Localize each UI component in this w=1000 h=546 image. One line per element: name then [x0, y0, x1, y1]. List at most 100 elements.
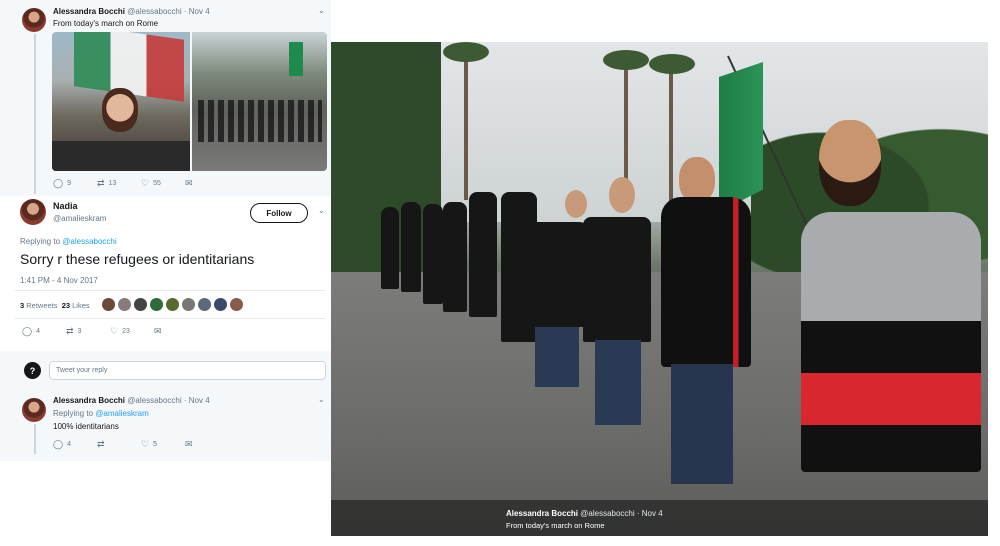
likes-count[interactable]: 23	[62, 301, 70, 310]
person-graphic	[583, 217, 651, 342]
person-graphic	[671, 364, 733, 484]
tweet-reply[interactable]: Alessandra Bocchi @alessabocchi · Nov 4 …	[0, 391, 331, 461]
reply-input[interactable]: Tweet your reply	[49, 361, 326, 380]
media-photo-1[interactable]	[52, 32, 190, 171]
tweet-date[interactable]: · Nov 4	[184, 7, 210, 16]
liker-avatar[interactable]	[182, 298, 195, 311]
like-button[interactable]: ♡ 5	[141, 440, 185, 449]
tweet-actions: ◯ 4 ⇄ ♡ 5 ✉	[53, 440, 229, 449]
dm-button[interactable]: ✉	[185, 440, 229, 449]
author-name[interactable]: Alessandra Bocchi	[53, 396, 125, 405]
author-handle[interactable]: @alessabocchi	[127, 7, 181, 16]
tweet-date[interactable]: · Nov 4	[184, 396, 210, 405]
liker-avatars	[102, 298, 243, 311]
body-graphic	[52, 141, 190, 171]
person-graphic	[535, 327, 579, 387]
palm-graphic	[624, 56, 628, 196]
like-icon: ♡	[110, 326, 119, 336]
replying-to: Replying to @alessabocchi	[20, 237, 117, 246]
retweet-icon: ⇄	[66, 326, 74, 336]
person-graphic	[443, 202, 467, 312]
like-count: 55	[153, 180, 161, 187]
retweet-button[interactable]: ⇄ 3	[66, 327, 110, 336]
replying-to-link[interactable]: @amalieskram	[95, 409, 148, 418]
retweets-label[interactable]: Retweets	[26, 301, 57, 310]
dm-button[interactable]: ✉	[185, 179, 229, 188]
person-graphic	[595, 340, 641, 425]
reply-count: 9	[67, 180, 71, 187]
caption-date[interactable]: · Nov 4	[637, 509, 663, 518]
person-graphic	[565, 190, 587, 218]
tweet-text: 100% identitarians	[53, 422, 119, 431]
avatar[interactable]	[22, 8, 46, 32]
avatar[interactable]	[20, 199, 46, 225]
retweets-count[interactable]: 3	[20, 301, 24, 310]
author-name[interactable]: Nadia	[53, 201, 78, 211]
reply-button[interactable]: ◯ 4	[53, 440, 97, 449]
caption-author[interactable]: Alessandra Bocchi @alessabocchi · Nov 4	[506, 509, 663, 518]
like-button[interactable]: ♡ 23	[110, 327, 154, 336]
liker-avatar[interactable]	[230, 298, 243, 311]
liker-avatar[interactable]	[198, 298, 211, 311]
caption-text: From today's march on Rome	[506, 521, 605, 530]
likes-label[interactable]: Likes	[72, 301, 90, 310]
reply-button[interactable]: ◯ 9	[53, 179, 97, 188]
caption-handle[interactable]: @alessabocchi	[580, 509, 634, 518]
tweet-media[interactable]	[52, 32, 327, 171]
tweet-actions: ◯ 9 ⇄ 13 ♡ 55 ✉	[53, 179, 229, 188]
reply-count: 4	[67, 441, 71, 448]
retweet-icon: ⇄	[97, 178, 105, 188]
expanded-photo[interactable]: Alessandra Bocchi @alessabocchi · Nov 4 …	[331, 42, 988, 536]
reply-button[interactable]: ◯ 4	[22, 327, 66, 336]
tweet-timestamp[interactable]: 1:41 PM - 4 Nov 2017	[20, 276, 98, 285]
dm-button[interactable]: ✉	[154, 327, 198, 336]
tweet-text: Sorry r these refugees or identitarians	[20, 251, 255, 267]
retweet-icon: ⇄	[97, 439, 105, 449]
liker-avatar[interactable]	[214, 298, 227, 311]
liker-avatar[interactable]	[118, 298, 131, 311]
thread-line	[34, 34, 36, 194]
replying-prefix: Replying to	[20, 237, 61, 246]
liker-avatar[interactable]	[166, 298, 179, 311]
person-graphic	[527, 222, 587, 327]
reply-icon: ◯	[53, 178, 64, 188]
palm-graphic	[649, 54, 695, 74]
dm-icon: ✉	[185, 439, 193, 449]
divider	[14, 290, 325, 291]
tweet-text: From today's march on Rome	[53, 19, 159, 28]
chevron-down-icon[interactable]: ⌄	[318, 6, 325, 15]
tweet-original[interactable]: Alessandra Bocchi @alessabocchi · Nov 4 …	[0, 0, 331, 196]
like-icon: ♡	[141, 178, 150, 188]
author-handle[interactable]: @amalieskram	[53, 214, 106, 223]
author-name[interactable]: Alessandra Bocchi	[53, 7, 125, 16]
reply-icon: ◯	[53, 439, 64, 449]
follow-button[interactable]: Follow	[250, 203, 308, 223]
people-row-graphic	[198, 100, 322, 142]
engagement-stats: 3 Retweets 23 Likes	[20, 301, 90, 310]
person-graphic	[819, 120, 881, 206]
tweet-author[interactable]: Alessandra Bocchi @alessabocchi · Nov 4	[53, 7, 210, 16]
palm-graphic	[603, 50, 649, 70]
like-button[interactable]: ♡ 55	[141, 179, 185, 188]
reply-count: 4	[36, 328, 40, 335]
avatar[interactable]	[22, 398, 46, 422]
retweet-count: 13	[108, 180, 117, 187]
author-handle[interactable]: @alessabocchi	[127, 396, 181, 405]
liker-avatar[interactable]	[150, 298, 163, 311]
caption-name[interactable]: Alessandra Bocchi	[506, 509, 578, 518]
liker-avatar[interactable]	[102, 298, 115, 311]
chevron-down-icon[interactable]: ⌄	[318, 206, 325, 215]
liker-avatar[interactable]	[134, 298, 147, 311]
chevron-down-icon[interactable]: ⌄	[318, 395, 325, 404]
reply-composer: ? Tweet your reply	[0, 351, 331, 391]
retweet-button[interactable]: ⇄	[97, 440, 141, 449]
palm-graphic	[443, 42, 489, 62]
person-graphic	[609, 177, 635, 213]
tweet-author[interactable]: Alessandra Bocchi @alessabocchi · Nov 4	[53, 396, 210, 405]
user-avatar[interactable]: ?	[24, 362, 41, 379]
person-graphic	[423, 204, 443, 304]
media-photo-2[interactable]	[192, 32, 327, 171]
replying-to: Replying to @amalieskram	[53, 409, 149, 418]
replying-to-link[interactable]: @alessabocchi	[62, 237, 116, 246]
retweet-button[interactable]: ⇄ 13	[97, 179, 141, 188]
